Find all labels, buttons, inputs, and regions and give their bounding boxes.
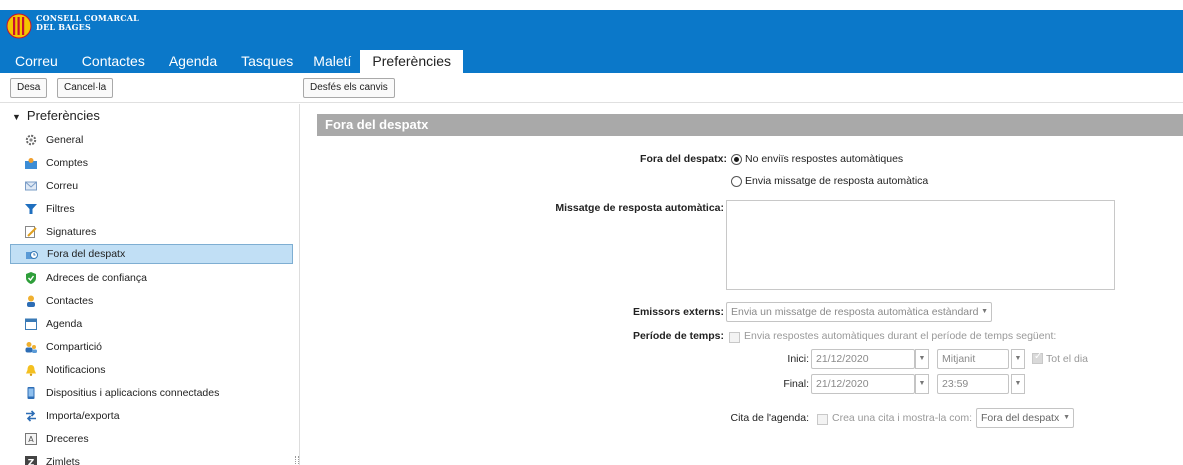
accounts-icon	[25, 158, 37, 169]
save-button[interactable]: Desa	[10, 78, 48, 98]
chevron-down-icon: ▼	[1014, 355, 1022, 362]
end-label: Final:	[783, 378, 809, 390]
import-export-icon	[26, 410, 36, 422]
shield-check-icon	[26, 272, 36, 284]
chevron-down-icon: ▼	[1063, 414, 1070, 421]
chevron-down-icon: ▼	[918, 355, 926, 362]
end-date-dropdown[interactable]: ▼	[915, 374, 929, 394]
radio-no-auto-reply[interactable]	[731, 154, 742, 165]
start-date-dropdown[interactable]: ▼	[915, 349, 929, 369]
tab-preferencies[interactable]: Preferències	[360, 50, 463, 73]
start-label: Inici:	[787, 353, 809, 365]
chevron-down-icon: ▼	[981, 308, 988, 315]
sidebar-item-notificacions[interactable]: Notificacions	[20, 360, 293, 380]
sidebar-item-zimlets[interactable]: Z Zimlets	[20, 452, 293, 465]
zimlet-icon: Z	[25, 456, 37, 465]
sidebar-item-adreces-de-confianca[interactable]: Adreces de confiança	[20, 268, 293, 288]
time-period-checkbox-label: Envia respostes automàtiques durant el p…	[744, 330, 1057, 342]
sidebar-item-comptes[interactable]: Comptes	[20, 153, 293, 173]
sidebar-item-general[interactable]: General	[20, 130, 293, 150]
external-senders-label: Emissors externs:	[632, 306, 724, 318]
calendar-appointment-label: Cita de l'agenda:	[730, 412, 809, 424]
tab-correu[interactable]: Correu	[0, 50, 68, 73]
chevron-down-icon: ▼	[1014, 380, 1022, 387]
brand-name: Consell Comarcal del Bages	[36, 13, 140, 32]
filter-icon	[25, 204, 37, 214]
sidebar-item-correu[interactable]: Correu	[20, 176, 293, 196]
contact-icon	[27, 295, 35, 307]
sidebar-item-filtres[interactable]: Filtres	[20, 199, 293, 219]
end-time-dropdown[interactable]: ▼	[1011, 374, 1025, 394]
start-time-select[interactable]: Mitjanit	[937, 349, 1009, 369]
envelope-icon	[25, 181, 37, 191]
start-time-dropdown[interactable]: ▼	[1011, 349, 1025, 369]
tab-tasques[interactable]: Tasques	[227, 50, 299, 73]
sidebar-item-dispositius[interactable]: Dispositius i aplicacions connectades	[20, 383, 293, 403]
sidebar-item-signatures[interactable]: Signatures	[20, 222, 293, 242]
auto-reply-message-label: Missatge de resposta automàtica:	[555, 202, 724, 214]
coat-of-arms-logo	[6, 13, 32, 39]
show-as-select[interactable]: Fora del despatx ▼	[976, 408, 1074, 428]
all-day-checkbox[interactable]	[1032, 351, 1043, 364]
start-date-input[interactable]: 21/12/2020	[811, 349, 915, 369]
app-tabs: Correu Contactes Agenda Tasques Maletí P…	[0, 50, 463, 73]
sidebar-item-dreceres[interactable]: A Dreceres	[20, 429, 293, 449]
preferences-sidebar: ▼ Preferències General Comptes Correu Fil…	[0, 104, 300, 465]
caret-down-icon[interactable]: ▼	[12, 112, 21, 122]
time-period-label: Període de temps:	[632, 330, 724, 342]
toolbar: Desa Cancel·la Desfés els canvis	[0, 73, 1183, 103]
svg-text:A: A	[28, 435, 34, 444]
end-time-select[interactable]: 23:59	[937, 374, 1009, 394]
undo-changes-button[interactable]: Desfés els canvis	[303, 78, 395, 98]
device-icon	[27, 387, 35, 399]
calendar-icon	[25, 318, 37, 330]
tab-agenda[interactable]: Agenda	[159, 50, 227, 73]
cancel-button[interactable]: Cancel·la	[57, 78, 114, 98]
calendar-appointment-checkbox[interactable]	[817, 414, 828, 425]
sidebar-resize-handle[interactable]	[295, 456, 299, 464]
auto-reply-message-textarea[interactable]	[726, 200, 1115, 290]
svg-text:Z: Z	[28, 459, 35, 465]
sharing-icon	[25, 342, 37, 353]
sidebar-item-comparticio[interactable]: Compartició	[20, 337, 293, 357]
sidebar-item-importa-exporta[interactable]: Importa/exporta	[20, 406, 293, 426]
sidebar-item-fora-del-despatx[interactable]: Fora del despatx	[10, 244, 293, 264]
radio-no-auto-reply-label: No enviïs respostes automàtiques	[745, 153, 904, 165]
chevron-down-icon: ▼	[918, 380, 926, 387]
shortcut-icon: A	[25, 433, 37, 445]
radio-send-auto-reply[interactable]	[731, 176, 742, 187]
external-senders-select[interactable]: Envia un missatge de resposta automàtica…	[726, 302, 992, 322]
bell-icon	[26, 365, 36, 376]
app-header: Consell Comarcal del Bages Correu Contac…	[0, 10, 1183, 73]
section-title: Fora del despatx	[317, 114, 1183, 136]
sidebar-item-agenda[interactable]: Agenda	[20, 314, 293, 334]
tab-maleti[interactable]: Maletí	[299, 50, 357, 73]
calendar-appointment-checkbox-label: Crea una cita i mostra-la com:	[832, 412, 973, 424]
all-day-label: Tot el dia	[1046, 353, 1089, 365]
radio-send-auto-reply-label: Envia missatge de resposta automàtica	[745, 175, 929, 187]
tree-root-preferences[interactable]: ▼ Preferències	[12, 108, 100, 123]
ooo-label: Fora del despatx:	[640, 153, 727, 165]
signature-icon	[25, 226, 37, 238]
end-date-input[interactable]: 21/12/2020	[811, 374, 915, 394]
time-period-checkbox[interactable]	[729, 332, 740, 343]
out-of-office-icon	[26, 251, 38, 259]
sidebar-item-contactes[interactable]: Contactes	[20, 291, 293, 311]
gear-icon	[25, 134, 37, 146]
tab-contactes[interactable]: Contactes	[68, 50, 159, 73]
